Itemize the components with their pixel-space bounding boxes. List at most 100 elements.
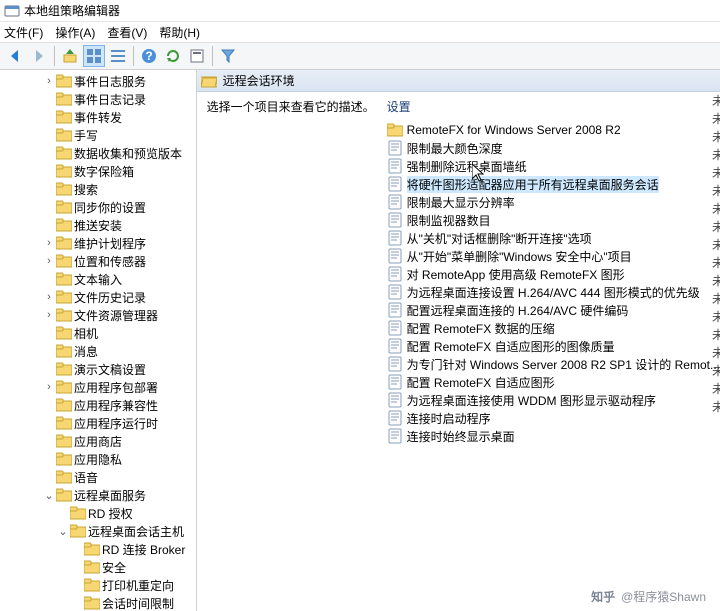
tree-item[interactable]: 应用程序运行时 (0, 414, 196, 432)
policy-icon (387, 194, 403, 210)
setting-item[interactable]: 连接时启动程序 (387, 409, 720, 427)
folder-icon (70, 505, 86, 521)
setting-item[interactable]: 为远程桌面连接使用 WDDM 图形显示驱动程序 (387, 391, 720, 409)
tree-item-label: 应用商店 (74, 433, 122, 450)
chevron-right-icon[interactable]: › (42, 381, 56, 393)
setting-item[interactable]: 为专门针对 Windows Server 2008 R2 SP1 设计的 Rem… (387, 355, 720, 373)
setting-item-label: 配置 RemoteFX 自适应图形的图像质量 (407, 338, 615, 355)
tree-item[interactable]: 手写 (0, 126, 196, 144)
refresh-button[interactable] (162, 45, 184, 67)
setting-item-label: 限制最大颜色深度 (407, 140, 503, 157)
nav-tree[interactable]: ›事件日志服务事件日志记录事件转发手写数据收集和预览版本数字保险箱搜索同步你的设… (0, 70, 197, 611)
setting-item-label: 从"开始"菜单删除"Windows 安全中心"项目 (407, 248, 632, 265)
tree-item-label: 打印机重定向 (102, 577, 174, 594)
tree-item-label: 维护计划程序 (74, 235, 146, 252)
view-grid-button[interactable] (83, 45, 105, 67)
description-text: 选择一个项目来查看它的描述。 (207, 98, 387, 115)
setting-item[interactable]: 对 RemoteApp 使用高级 RemoteFX 图形 (387, 265, 720, 283)
filter-button[interactable] (217, 45, 239, 67)
chevron-right-icon[interactable]: › (42, 237, 56, 249)
tree-item-label: 文本输入 (74, 271, 122, 288)
chevron-right-icon[interactable]: › (42, 291, 56, 303)
tree-item[interactable]: ›事件日志服务 (0, 72, 196, 90)
tree-item[interactable]: 会话时间限制 (0, 594, 196, 611)
tree-item[interactable]: › 维护计划程序 (0, 234, 196, 252)
tree-item-label: 数据收集和预览版本 (74, 145, 182, 162)
chevron-right-icon[interactable]: › (42, 309, 56, 321)
setting-item[interactable]: 将硬件图形适配器应用于所有远程桌面服务会话 (387, 175, 720, 193)
setting-item[interactable]: 配置远程桌面连接的 H.264/AVC 硬件编码 (387, 301, 720, 319)
toolbar-separator (212, 46, 213, 66)
tree-item[interactable]: 打印机重定向 (0, 576, 196, 594)
setting-item[interactable]: 连接时始终显示桌面 (387, 427, 720, 445)
setting-item[interactable]: 限制最大显示分辨率 (387, 193, 720, 211)
tree-item-label: 应用程序包部署 (74, 379, 158, 396)
menu-action[interactable]: 操作(A) (55, 24, 95, 41)
setting-item[interactable]: RemoteFX for Windows Server 2008 R2 (387, 121, 720, 139)
nav-back-button[interactable] (4, 45, 26, 67)
tree-item[interactable]: 应用商店 (0, 432, 196, 450)
policy-icon (387, 212, 403, 228)
tree-item[interactable]: 事件日志记录 (0, 90, 196, 108)
tree-item[interactable]: ›文件历史记录 (0, 288, 196, 306)
tree-item[interactable]: ⌄远程桌面服务 (0, 486, 196, 504)
tree-item-label: RD 连接 Broker (102, 541, 185, 558)
tree-item[interactable]: 语音 (0, 468, 196, 486)
tree-item[interactable]: RD 连接 Broker (0, 540, 196, 558)
setting-item[interactable]: 强制删除远程桌面墙纸 (387, 157, 720, 175)
tree-item[interactable]: ⌄远程桌面会话主机 (0, 522, 196, 540)
tree-item-label: RD 授权 (88, 505, 133, 522)
chevron-down-icon[interactable]: ⌄ (42, 489, 56, 502)
tree-item[interactable]: 消息 (0, 342, 196, 360)
setting-item[interactable]: 为远程桌面连接设置 H.264/AVC 444 图形模式的优先级 (387, 283, 720, 301)
tree-item[interactable]: 数字保险箱 (0, 162, 196, 180)
tree-item-label: 数字保险箱 (74, 163, 134, 180)
setting-item[interactable]: 限制监视器数目 (387, 211, 720, 229)
window-title: 本地组策略编辑器 (24, 2, 120, 19)
folder-icon (84, 541, 100, 557)
tree-item[interactable]: ›文件资源管理器 (0, 306, 196, 324)
tree-item[interactable]: 安全 (0, 558, 196, 576)
setting-item[interactable]: 限制最大颜色深度 (387, 139, 720, 157)
tree-item[interactable]: RD 授权 (0, 504, 196, 522)
setting-item-label: 为专门针对 Windows Server 2008 R2 SP1 设计的 Rem… (407, 356, 720, 373)
tree-item[interactable]: 推送安装 (0, 216, 196, 234)
folder-icon (56, 199, 72, 215)
tree-item[interactable]: 文本输入 (0, 270, 196, 288)
tree-item[interactable]: 演示文稿设置 (0, 360, 196, 378)
tree-item[interactable]: 应用隐私 (0, 450, 196, 468)
folder-icon (56, 145, 72, 161)
setting-item[interactable]: 配置 RemoteFX 自适应图形的图像质量 (387, 337, 720, 355)
chevron-right-icon[interactable]: › (42, 255, 56, 267)
tree-item[interactable]: 同步你的设置 (0, 198, 196, 216)
setting-item[interactable]: 从"开始"菜单删除"Windows 安全中心"项目 (387, 247, 720, 265)
tree-item[interactable]: ›位置和传感器 (0, 252, 196, 270)
tree-item-label: 语音 (74, 469, 98, 486)
setting-item[interactable]: 配置 RemoteFX 自适应图形 (387, 373, 720, 391)
up-level-button[interactable] (59, 45, 81, 67)
tree-item[interactable]: 应用程序兼容性 (0, 396, 196, 414)
settings-column: 设置 RemoteFX for Windows Server 2008 R2限制… (387, 98, 720, 611)
menu-file[interactable]: 文件(F) (4, 24, 43, 41)
tree-item[interactable]: 数据收集和预览版本 (0, 144, 196, 162)
setting-item-label: 强制删除远程桌面墙纸 (407, 158, 527, 175)
policy-icon (387, 392, 403, 408)
setting-item[interactable]: 从"关机"对话框删除"断开连接"选项 (387, 229, 720, 247)
tree-item[interactable]: 搜索 (0, 180, 196, 198)
setting-item[interactable]: 配置 RemoteFX 数据的压缩 (387, 319, 720, 337)
menu-bar: 文件(F) 操作(A) 查看(V) 帮助(H) (0, 22, 720, 42)
folder-icon (84, 559, 100, 575)
properties-button[interactable] (186, 45, 208, 67)
help-button[interactable] (138, 45, 160, 67)
policy-icon (387, 428, 403, 444)
app-icon (4, 3, 20, 19)
chevron-right-icon[interactable]: › (42, 75, 56, 87)
tree-item[interactable]: › 应用程序包部署 (0, 378, 196, 396)
tree-item[interactable]: 事件转发 (0, 108, 196, 126)
chevron-down-icon[interactable]: ⌄ (56, 525, 70, 538)
view-list-button[interactable] (107, 45, 129, 67)
menu-view[interactable]: 查看(V) (107, 24, 147, 41)
tree-item[interactable]: 相机 (0, 324, 196, 342)
policy-icon (387, 230, 403, 246)
menu-help[interactable]: 帮助(H) (159, 24, 200, 41)
